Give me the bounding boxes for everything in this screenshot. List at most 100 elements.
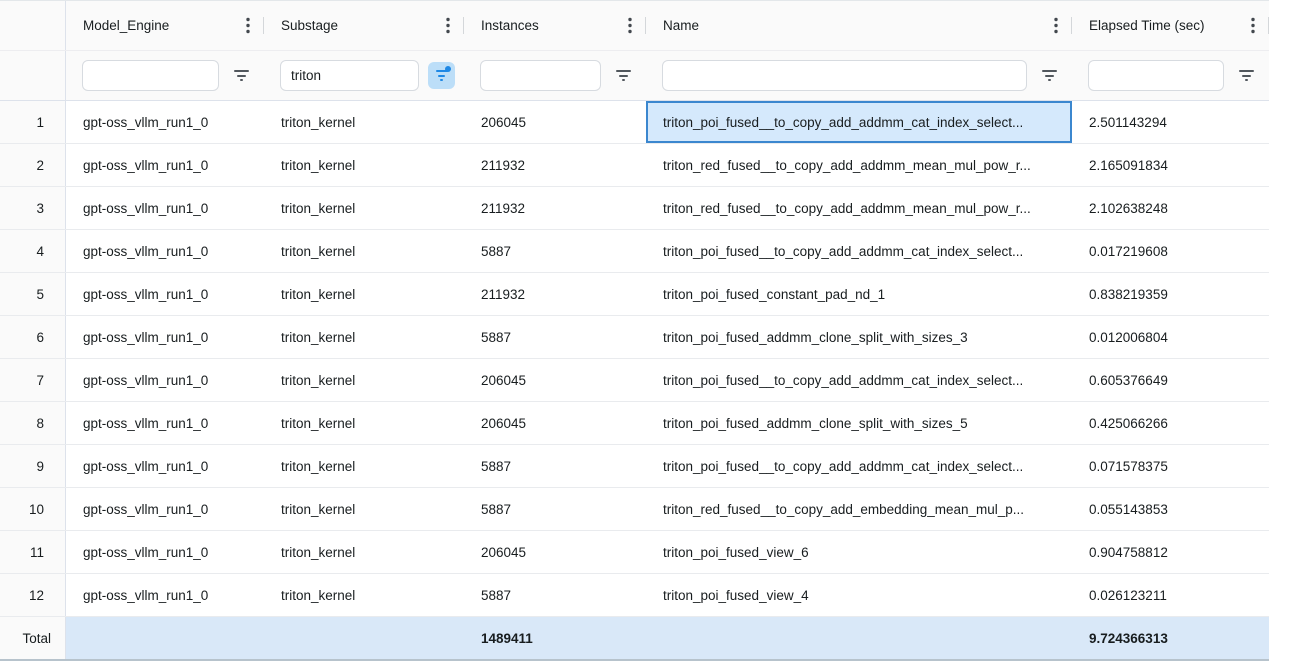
filter-input-model-engine[interactable] [82,60,219,91]
table-row: 3gpt-oss_vllm_run1_0triton_kernel211932t… [0,187,1269,230]
filter-input-elapsed-time[interactable] [1088,60,1224,91]
cell-instances[interactable]: 206045 [464,531,646,573]
cell-name[interactable]: triton_red_fused__to_copy_add_addmm_mean… [646,187,1072,229]
cell-instances[interactable]: 211932 [464,273,646,315]
cell-model-engine[interactable]: gpt-oss_vllm_run1_0 [66,359,264,401]
cell-substage[interactable]: triton_kernel [264,488,464,530]
table-row: 9gpt-oss_vllm_run1_0triton_kernel5887tri… [0,445,1269,488]
table-row: 6gpt-oss_vllm_run1_0triton_kernel5887tri… [0,316,1269,359]
filter-icon-wrap [419,62,464,89]
cell-instances[interactable]: 206045 [464,101,646,143]
cell-name[interactable]: triton_poi_fused__to_copy_add_addmm_cat_… [646,359,1072,401]
cell-model-engine[interactable]: gpt-oss_vllm_run1_0 [66,273,264,315]
table-row: 12gpt-oss_vllm_run1_0triton_kernel5887tr… [0,574,1269,617]
cell-elapsed[interactable]: 0.904758812 [1072,531,1269,573]
cell-substage[interactable]: triton_kernel [264,101,464,143]
filter-icon[interactable] [1027,70,1072,81]
cell-elapsed[interactable]: 2.165091834 [1072,144,1269,186]
column-resize-handle[interactable] [1268,17,1269,34]
cell-instances[interactable]: 211932 [464,187,646,229]
column-header-substage[interactable]: Substage [264,1,464,50]
column-header-elapsed-time[interactable]: Elapsed Time (sec) [1072,1,1269,50]
cell-substage[interactable]: triton_kernel [264,187,464,229]
cell-model-engine[interactable]: gpt-oss_vllm_run1_0 [66,488,264,530]
cell-model-engine[interactable]: gpt-oss_vllm_run1_0 [66,316,264,358]
cell-name[interactable]: triton_poi_fused_addmm_clone_split_with_… [646,402,1072,444]
cell-elapsed[interactable]: 0.605376649 [1072,359,1269,401]
cell-substage[interactable]: triton_kernel [264,273,464,315]
filter-input-substage[interactable] [280,60,419,91]
row-number: 5 [0,273,66,315]
row-number: 12 [0,574,66,616]
filter-input-instances[interactable] [480,60,601,91]
cell-instances[interactable]: 206045 [464,402,646,444]
cell-name[interactable]: triton_poi_fused_view_6 [646,531,1072,573]
cell-model-engine[interactable]: gpt-oss_vllm_run1_0 [66,101,264,143]
cell-model-engine[interactable]: gpt-oss_vllm_run1_0 [66,230,264,272]
kebab-menu-icon[interactable] [1251,17,1255,34]
cell-name[interactable]: triton_poi_fused_addmm_clone_split_with_… [646,316,1072,358]
cell-substage[interactable]: triton_kernel [264,316,464,358]
table-row: 5gpt-oss_vllm_run1_0triton_kernel211932t… [0,273,1269,316]
cell-elapsed[interactable]: 0.012006804 [1072,316,1269,358]
cell-name[interactable]: triton_poi_fused__to_copy_add_addmm_cat_… [646,230,1072,272]
column-header-instances[interactable]: Instances [464,1,646,50]
cell-elapsed[interactable]: 0.026123211 [1072,574,1269,616]
active-filter-button[interactable] [428,62,455,89]
cell-model-engine[interactable]: gpt-oss_vllm_run1_0 [66,402,264,444]
filter-icon[interactable] [1224,70,1269,81]
filter-icon[interactable] [601,70,646,81]
cell-model-engine[interactable]: gpt-oss_vllm_run1_0 [66,445,264,487]
cell-substage[interactable]: triton_kernel [264,574,464,616]
cell-substage[interactable]: triton_kernel [264,144,464,186]
cell-instances[interactable]: 5887 [464,574,646,616]
cell-substage[interactable]: triton_kernel [264,531,464,573]
cell-substage[interactable]: triton_kernel [264,359,464,401]
cell-substage[interactable]: triton_kernel [264,445,464,487]
row-number: 9 [0,445,66,487]
cell-name[interactable]: triton_poi_fused__to_copy_add_addmm_cat_… [646,445,1072,487]
filter-funnel-icon [1042,70,1057,81]
row-number: 6 [0,316,66,358]
cell-instances[interactable]: 211932 [464,144,646,186]
cell-elapsed[interactable]: 0.017219608 [1072,230,1269,272]
cell-instances[interactable]: 5887 [464,230,646,272]
cell-model-engine[interactable]: gpt-oss_vllm_run1_0 [66,574,264,616]
cell-instances[interactable]: 5887 [464,445,646,487]
column-header-model-engine[interactable]: Model_Engine [66,1,264,50]
total-instances-value: 1489411 [464,617,646,659]
cell-model-engine[interactable]: gpt-oss_vllm_run1_0 [66,531,264,573]
kebab-menu-icon[interactable] [1054,17,1058,34]
cell-name[interactable]: triton_poi_fused_constant_pad_nd_1 [646,273,1072,315]
cell-substage[interactable]: triton_kernel [264,402,464,444]
cell-elapsed[interactable]: 0.071578375 [1072,445,1269,487]
table-row: 1gpt-oss_vllm_run1_0triton_kernel206045t… [0,101,1269,144]
filter-input-name[interactable] [662,60,1027,91]
cell-instances[interactable]: 206045 [464,359,646,401]
cell-instances[interactable]: 5887 [464,316,646,358]
cell-elapsed[interactable]: 0.055143853 [1072,488,1269,530]
cell-model-engine[interactable]: gpt-oss_vllm_run1_0 [66,187,264,229]
table-row: 2gpt-oss_vllm_run1_0triton_kernel211932t… [0,144,1269,187]
cell-substage[interactable]: triton_kernel [264,230,464,272]
cell-instances[interactable]: 5887 [464,488,646,530]
cell-name[interactable]: triton_red_fused__to_copy_add_embedding_… [646,488,1072,530]
row-number: 10 [0,488,66,530]
cell-elapsed[interactable]: 2.102638248 [1072,187,1269,229]
column-header-label: Instances [481,18,539,33]
kebab-menu-icon[interactable] [446,17,450,34]
column-header-name[interactable]: Name [646,1,1072,50]
cell-elapsed[interactable]: 0.838219359 [1072,273,1269,315]
active-filter-dot [445,66,451,72]
filter-icon[interactable] [219,70,264,81]
kebab-menu-icon[interactable] [628,17,632,34]
column-header-label: Substage [281,18,338,33]
cell-name[interactable]: triton_red_fused__to_copy_add_addmm_mean… [646,144,1072,186]
cell-elapsed[interactable]: 0.425066266 [1072,402,1269,444]
cell-name[interactable]: triton_poi_fused_view_4 [646,574,1072,616]
kebab-menu-icon[interactable] [246,17,250,34]
selected-cell[interactable]: triton_poi_fused__to_copy_add_addmm_cat_… [646,101,1072,143]
filter-cell-model-engine [66,51,264,100]
cell-model-engine[interactable]: gpt-oss_vllm_run1_0 [66,144,264,186]
cell-elapsed[interactable]: 2.501143294 [1072,101,1269,143]
